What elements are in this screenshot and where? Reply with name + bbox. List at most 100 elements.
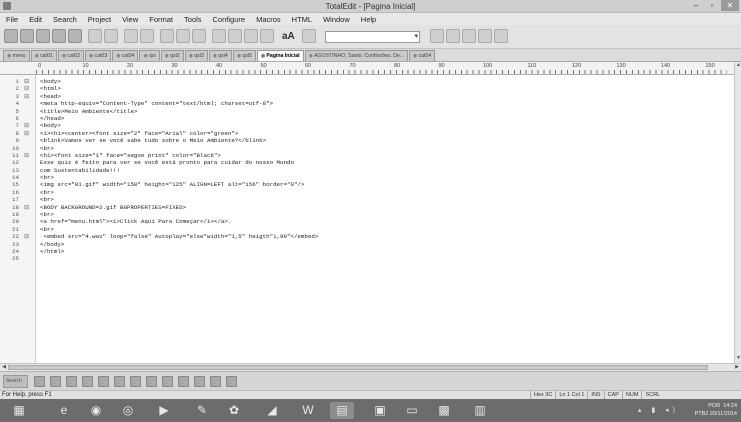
menu-file[interactable]: File	[6, 15, 18, 24]
code-editor[interactable]: 1 ⊟ <body> 2 ⊟ <html> 3 ⊟ <head> 4 <meta http-equi…	[0, 75, 734, 363]
print-preview-icon[interactable]	[104, 29, 118, 43]
system-tray-icons[interactable]: ▴ ▮ ◂)	[638, 406, 679, 414]
scroll-up-arrow-icon[interactable]: ▲	[735, 62, 741, 70]
code-line[interactable]: 21 <br>	[0, 226, 734, 233]
window-cascade-icon[interactable]	[478, 29, 492, 43]
totaledit-icon[interactable]: ▤	[330, 402, 354, 419]
code-text[interactable]: <BODY BACKGROUND=2.gif BGPROPERTIES=FIXE…	[40, 204, 186, 211]
horizontal-scrollbar[interactable]: ◀ ▶	[0, 363, 741, 371]
notepad-icon[interactable]: ▥	[468, 402, 492, 419]
grid-icon[interactable]	[50, 376, 61, 387]
fold-toggle-icon[interactable]: ⊟	[22, 85, 31, 92]
tab-document[interactable]: qsi5	[232, 50, 256, 61]
code-text[interactable]: <img src="01.gif" width="150" height="12…	[40, 181, 304, 188]
code-text[interactable]: <br>	[40, 145, 54, 152]
code-text[interactable]: com Sustentabilidade!!!	[40, 167, 120, 174]
gallery-icon[interactable]: ✿	[222, 402, 246, 419]
menu-edit[interactable]: Edit	[29, 15, 42, 24]
chevron-down-icon[interactable]: ▾	[414, 32, 418, 40]
minimize-button[interactable]: –	[689, 0, 703, 11]
code-line[interactable]: 11 ⊟ <h1><font size="1" face="segoe print"…	[0, 152, 734, 159]
code-line[interactable]: 6 </head>	[0, 115, 734, 122]
code-line[interactable]: 16 <br>	[0, 189, 734, 196]
menu-search[interactable]: Search	[53, 15, 77, 24]
table-icon[interactable]	[178, 376, 189, 387]
wrap-icon[interactable]	[302, 29, 316, 43]
code-text[interactable]: <br>	[40, 211, 54, 218]
folder-icon[interactable]: ▭	[400, 402, 424, 419]
tab-document[interactable]: cat04	[409, 50, 436, 61]
print-icon[interactable]	[88, 29, 102, 43]
ie-browser-icon[interactable]: e	[52, 402, 76, 419]
scroll-down-arrow-icon[interactable]: ▼	[735, 355, 741, 363]
bookmark-icon[interactable]	[260, 29, 274, 43]
tab-document[interactable]: qsi	[139, 50, 160, 61]
code-text[interactable]: Esse quiz é feito para ver se você está …	[40, 159, 294, 166]
fold-toggle-icon[interactable]: ⊟	[22, 130, 31, 137]
save-all-icon[interactable]	[52, 29, 66, 43]
images-icon[interactable]: ▩	[432, 402, 456, 419]
toolbox-icon[interactable]: ◢	[260, 402, 284, 419]
fold-toggle-icon[interactable]: ⊟	[22, 122, 31, 129]
code-text[interactable]: </head>	[40, 115, 64, 122]
tab-active[interactable]: Pagina Inicial	[256, 50, 304, 61]
code-text[interactable]: <br>	[40, 196, 54, 203]
code-line[interactable]: 19 <br>	[0, 211, 734, 218]
tab-document[interactable]: menu	[3, 50, 30, 61]
minus-icon[interactable]	[210, 376, 221, 387]
code-text[interactable]: <embed src="4.wav" loop="false" Autoplay…	[40, 233, 318, 240]
clip-icon[interactable]	[82, 376, 93, 387]
code-line[interactable]: 24 </html>	[0, 248, 734, 255]
close-file-icon[interactable]	[68, 29, 82, 43]
code-text[interactable]: <i><h1><center><font size="2" face="Aria…	[40, 130, 238, 137]
menu-tools[interactable]: Tools	[184, 15, 202, 24]
menu-view[interactable]: View	[122, 15, 138, 24]
tab-document[interactable]: AGOSTINHO, Santo. Confissões. De...	[304, 50, 409, 61]
menu-macros[interactable]: Macros	[256, 15, 281, 24]
code-text[interactable]: <body>	[40, 122, 61, 129]
code-text[interactable]: <h1><font size="1" face="segoe print" co…	[40, 152, 221, 159]
tab-document[interactable]: cat03	[84, 50, 112, 61]
edit-icon[interactable]	[130, 376, 141, 387]
start-button-icon[interactable]: ▦	[8, 402, 30, 419]
tab-document[interactable]: cat04	[112, 50, 139, 61]
fold-toggle-icon[interactable]: ⊟	[22, 204, 31, 211]
open-file-icon[interactable]	[20, 29, 34, 43]
chrome-browser-icon[interactable]: ◎	[116, 402, 140, 419]
menu-help[interactable]: Help	[361, 15, 376, 24]
code-text[interactable]: <br>	[40, 174, 54, 181]
zoom-icon[interactable]	[226, 376, 237, 387]
undo-icon[interactable]	[124, 29, 138, 43]
fold-toggle-icon[interactable]: ⊟	[22, 152, 31, 159]
find-icon[interactable]	[212, 29, 226, 43]
redo-icon[interactable]	[140, 29, 154, 43]
code-line[interactable]: 3 ⊟ <head>	[0, 93, 734, 100]
go-to-icon[interactable]	[244, 29, 258, 43]
code-line[interactable]: 9 <blink>Vamos ver se você sabe tudo sobr…	[0, 137, 734, 144]
code-line[interactable]: 25	[0, 255, 734, 262]
language-indicator[interactable]: POR	[708, 403, 720, 409]
code-text[interactable]: </html>	[40, 248, 64, 255]
image-icon[interactable]	[162, 376, 173, 387]
code-line[interactable]: 7 ⊟ <body>	[0, 122, 734, 129]
code-text[interactable]: <a href="menu.html"><i>Click Aqui Para C…	[40, 218, 231, 225]
fold-toggle-icon[interactable]: ⊟	[22, 233, 31, 240]
media-center-icon[interactable]: ▶	[152, 402, 176, 419]
code-text[interactable]: <blink>Vamos ver se você sabe tudo sobre…	[40, 137, 266, 144]
media-player-icon[interactable]: ◉	[84, 402, 108, 419]
code-line[interactable]: 2 ⊟ <html>	[0, 85, 734, 92]
code-line[interactable]: 22 ⊟ <embed src="4.wav" loop="false" Auto…	[0, 233, 734, 240]
document-icon[interactable]	[114, 376, 125, 387]
close-button[interactable]: ✕	[721, 0, 739, 11]
code-text[interactable]: </body>	[40, 241, 64, 248]
code-line[interactable]: 10 <br>	[0, 145, 734, 152]
code-text[interactable]: <html>	[40, 85, 61, 92]
tab-document[interactable]: qsi3	[184, 50, 208, 61]
clock[interactable]: POR 14:24 PTB2 20/11/2014	[695, 402, 737, 418]
code-line[interactable]: 13 com Sustentabilidade!!!	[0, 167, 734, 174]
code-line[interactable]: 4 <meta http-equiv="Content-Type" content…	[0, 100, 734, 107]
horizontal-scroll-thumb[interactable]	[8, 365, 708, 370]
fold-toggle-icon[interactable]: ⊟	[22, 93, 31, 100]
menu-configure[interactable]: Configure	[213, 15, 246, 24]
output-window-icon[interactable]	[66, 376, 77, 387]
